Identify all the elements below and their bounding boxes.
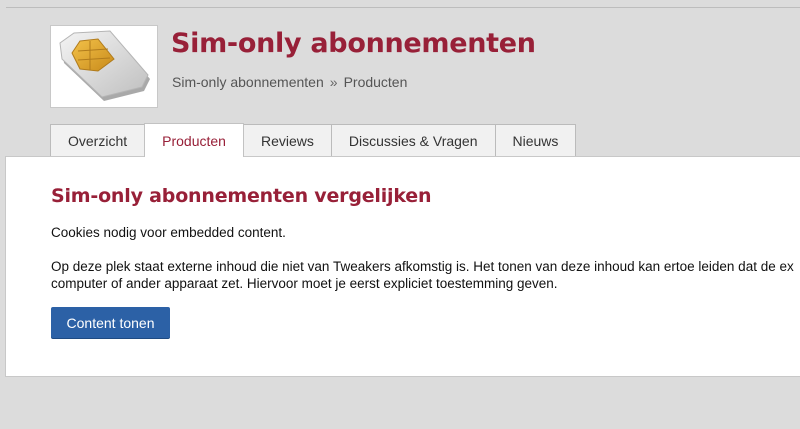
embed-explanation-line-1: Op deze plek staat externe inhoud die ni… [51, 259, 794, 274]
content-panel: Sim-only abonnementen vergelijken Cookie… [5, 156, 800, 377]
top-divider [6, 7, 800, 8]
show-content-button[interactable]: Content tonen [51, 307, 170, 338]
tab-reviews[interactable]: Reviews [242, 124, 332, 156]
tab-bar: Overzicht Producten Reviews Discussies &… [50, 123, 577, 157]
page-title: Sim-only abonnementen [171, 28, 536, 59]
breadcrumb-item-current: Producten [343, 74, 408, 90]
embed-explanation-line-2: computer of ander apparaat zet. Hiervoor… [51, 276, 558, 291]
tab-nieuws[interactable]: Nieuws [494, 124, 577, 156]
sim-card-icon [59, 29, 150, 101]
breadcrumb-item-category[interactable]: Sim-only abonnementen [172, 74, 324, 90]
section-heading: Sim-only abonnementen vergelijken [51, 185, 432, 207]
tab-producten[interactable]: Producten [144, 123, 244, 157]
cookie-notice: Cookies nodig voor embedded content. [51, 225, 286, 240]
breadcrumb-separator: » [329, 74, 338, 90]
breadcrumb: Sim-only abonnementen » Producten [172, 74, 407, 90]
embed-explanation: Op deze plek staat externe inhoud die ni… [51, 258, 794, 292]
tab-overzicht[interactable]: Overzicht [50, 124, 146, 156]
product-thumbnail[interactable] [50, 25, 158, 108]
tab-discussies-vragen[interactable]: Discussies & Vragen [330, 124, 496, 156]
